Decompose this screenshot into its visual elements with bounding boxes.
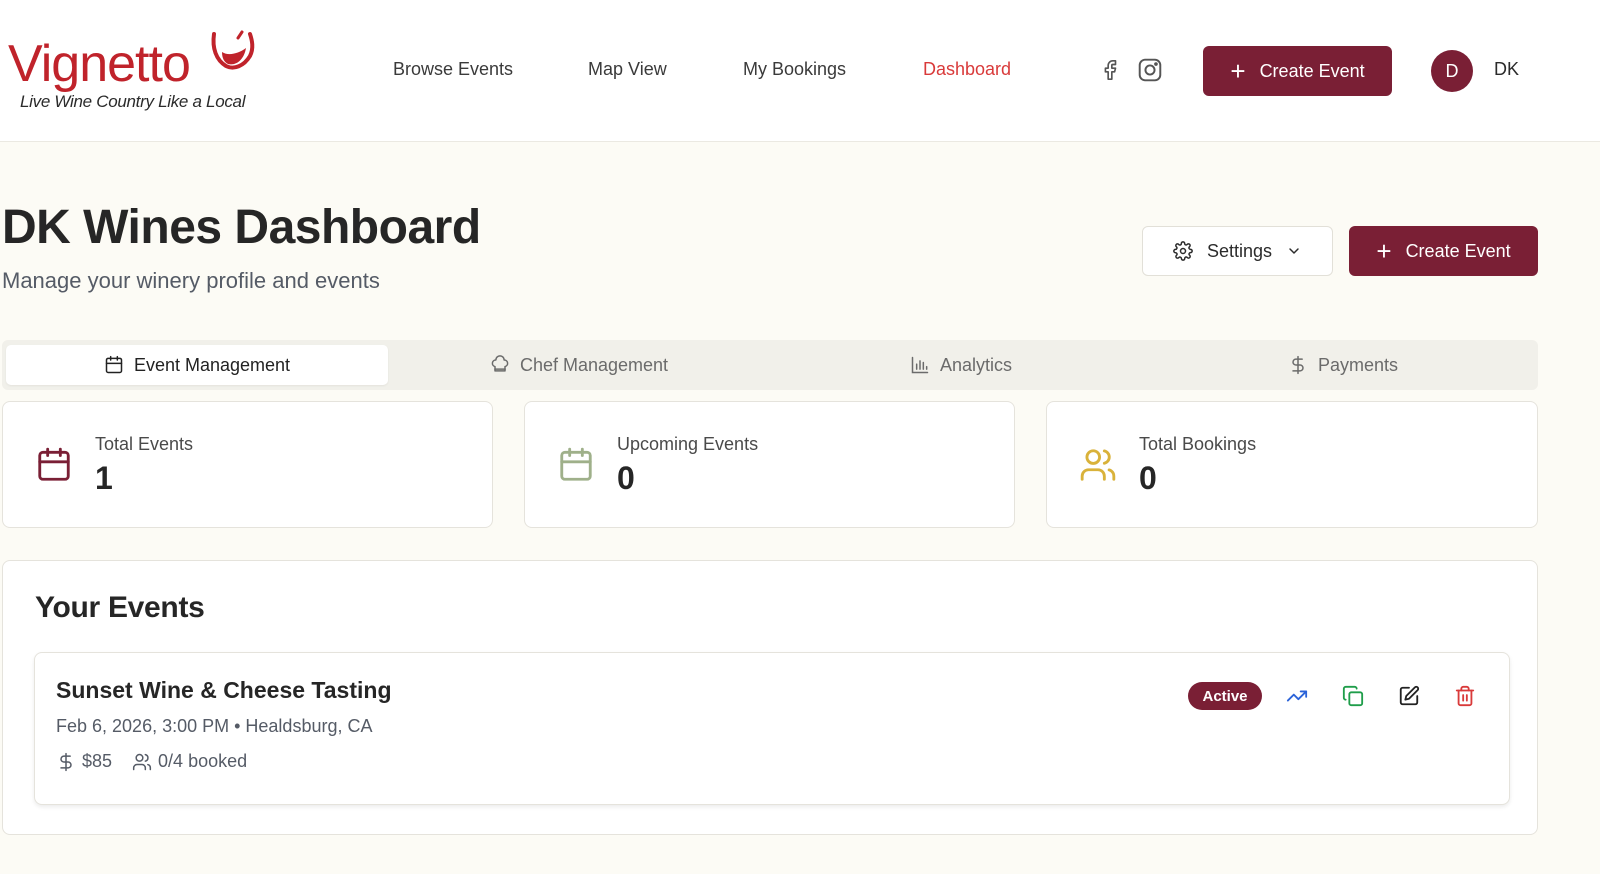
trending-up-icon[interactable] [1285, 684, 1309, 708]
bar-chart-icon [911, 356, 929, 374]
tab-payments[interactable]: Payments [1152, 345, 1534, 385]
stat-card-upcoming-events: Upcoming Events 0 [524, 401, 1015, 528]
calendar-icon [38, 447, 70, 481]
dollar-icon [60, 752, 72, 771]
your-events-section: Your Events Sunset Wine & Cheese Tasting… [2, 560, 1538, 835]
dollar-icon [1292, 355, 1304, 375]
copy-icon[interactable] [1341, 684, 1365, 708]
plus-icon: + [1376, 236, 1392, 266]
gear-icon [1173, 241, 1193, 261]
tab-label: Analytics [939, 354, 1013, 375]
event-date-location: Feb 6, 2026, 3:00 PM • Healdsburg, CA [56, 716, 373, 736]
dashboard-tabs: Event Management Chef Management Analyti… [2, 340, 1538, 390]
event-details: $85 0/4 booked [56, 751, 267, 772]
top-navigation-bar: Vignetto Live Wine Country Like a Local … [0, 0, 1600, 142]
event-booked-value: 0/4 booked [158, 751, 248, 771]
vignetto-logo[interactable]: Vignetto Live Wine Country Like a Local [8, 30, 268, 120]
stat-value: 0 [1139, 460, 1157, 496]
page-title: DK Wines Dashboard [2, 201, 481, 254]
section-title: Your Events [35, 591, 205, 624]
stat-card-total-events: Total Events 1 [2, 401, 493, 528]
facebook-icon[interactable] [1096, 56, 1124, 84]
chef-hat-icon [491, 355, 509, 372]
calendar-icon [560, 447, 592, 481]
nav-browse-events[interactable]: Browse Events [393, 59, 513, 80]
trash-icon[interactable] [1453, 684, 1477, 708]
users-icon [1080, 449, 1116, 481]
event-price: $85 [56, 751, 112, 772]
logo-wordmark: Vignetto [8, 35, 191, 93]
stat-value: 0 [617, 460, 635, 496]
stat-label: Upcoming Events [617, 434, 759, 454]
plus-icon: + [1230, 56, 1246, 86]
stat-label: Total Events [95, 434, 194, 454]
edit-icon[interactable] [1397, 684, 1421, 708]
tab-label: Payments [1317, 354, 1399, 375]
event-bookings: 0/4 booked [132, 751, 247, 772]
nav-map-view[interactable]: Map View [588, 59, 667, 80]
instagram-icon[interactable] [1136, 56, 1164, 84]
tab-event-management[interactable]: Event Management [6, 345, 388, 385]
header-create-event-button[interactable]: + Create Event [1203, 46, 1392, 96]
wine-glass-logo-icon [211, 30, 255, 70]
page-subtitle: Manage your winery profile and events [2, 268, 380, 293]
nav-dashboard[interactable]: Dashboard [923, 59, 1011, 80]
tab-analytics[interactable]: Analytics [770, 345, 1152, 385]
tab-chef-management[interactable]: Chef Management [388, 345, 770, 385]
chevron-down-icon [1289, 248, 1299, 254]
avatar[interactable]: D [1431, 50, 1473, 92]
settings-dropdown-button[interactable]: Settings [1142, 226, 1333, 276]
tab-label: Event Management [133, 354, 291, 375]
tab-label: Chef Management [519, 354, 669, 375]
status-badge: Active [1188, 682, 1262, 710]
nav-my-bookings[interactable]: My Bookings [743, 59, 846, 80]
create-event-label: Create Event [1405, 240, 1511, 261]
event-card[interactable]: Sunset Wine & Cheese Tasting Feb 6, 2026… [34, 652, 1510, 805]
stat-card-total-bookings: Total Bookings 0 [1046, 401, 1538, 528]
users-icon [132, 753, 152, 770]
stat-label: Total Bookings [1139, 434, 1257, 454]
event-title: Sunset Wine & Cheese Tasting [56, 677, 392, 703]
page-create-event-button[interactable]: + Create Event [1349, 226, 1538, 276]
calendar-icon [105, 355, 123, 374]
stat-value: 1 [95, 460, 113, 496]
event-price-value: $85 [82, 751, 113, 771]
create-event-label: Create Event [1259, 60, 1365, 81]
settings-label: Settings [1206, 240, 1273, 261]
logo-tagline: Live Wine Country Like a Local [20, 92, 246, 111]
user-initials[interactable]: DK [1494, 59, 1519, 80]
